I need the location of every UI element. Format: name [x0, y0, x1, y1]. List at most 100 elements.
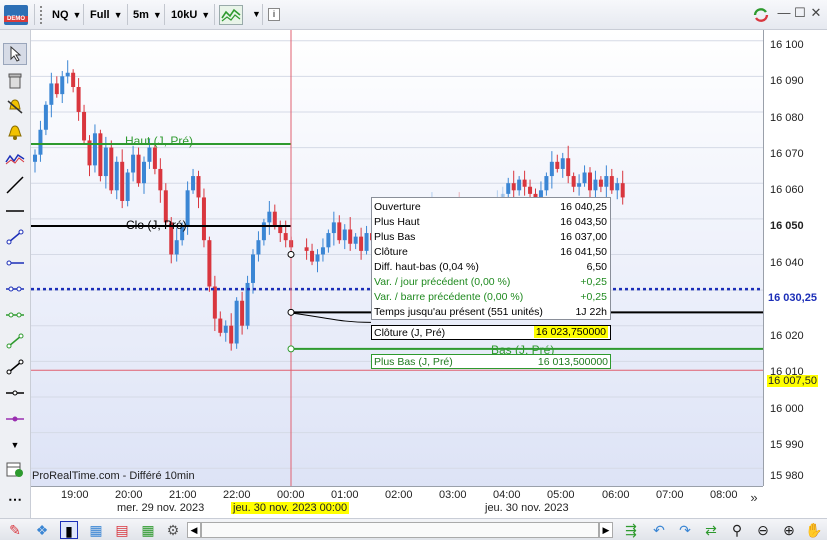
close-button[interactable]: ✕ — [808, 5, 824, 23]
units-selector[interactable]: 10kU ▼ — [171, 4, 210, 25]
info-row: Var. / jour précédent (0,00 %) +0,25 — [374, 276, 607, 291]
scroll-left-button[interactable]: ◀ — [187, 522, 201, 538]
more-tools-toggle[interactable]: ▼ — [3, 434, 27, 456]
info-row: Var. / barre précédente (0,00 %) +0,25 — [374, 291, 607, 306]
top-toolbar: DEMO NQ ▼ Full ▼ 5m ▼ 10kU ▼ ▼ i — ☐ ✕ — [0, 0, 827, 30]
info-value: 16 041,50 — [560, 246, 607, 258]
chevron-down-icon: ▼ — [152, 9, 162, 20]
bell-icon — [8, 125, 22, 140]
settings-icon[interactable]: ⚙ — [164, 521, 182, 539]
share-icon[interactable]: ❖ — [33, 521, 51, 539]
time-tick: 22:00 — [223, 489, 251, 501]
candle-body — [136, 154, 141, 184]
refresh-icon[interactable] — [751, 5, 771, 25]
grid-icon[interactable]: ▦ — [139, 521, 157, 539]
alert-tool[interactable] — [3, 122, 27, 144]
price-tick: 16 020 — [770, 330, 804, 342]
candle-body — [593, 179, 598, 191]
zoom-out-icon[interactable]: ⊖ — [754, 521, 772, 539]
segment-icon — [6, 229, 24, 245]
candle-body — [120, 161, 125, 201]
list-icon[interactable]: ▤ — [113, 521, 131, 539]
candle-body — [310, 250, 315, 262]
time-tick: 06:00 — [602, 489, 630, 501]
range-selector[interactable]: Full ▼ — [90, 4, 122, 25]
delete-tool[interactable] — [3, 70, 27, 92]
dashboard-icon[interactable]: ▦ — [87, 521, 105, 539]
trash-icon — [8, 73, 22, 89]
more-options-button[interactable]: ⋯ — [3, 488, 27, 510]
candle-body — [326, 233, 331, 248]
chart-style-button[interactable] — [219, 5, 243, 25]
channel-tool[interactable] — [3, 304, 27, 326]
price-chart[interactable]: Haut (J, Pré) Clo (J, Pré) Bas (J, Pré) … — [31, 30, 763, 486]
watermark: ProRealTime.com - Différé 10min — [32, 470, 195, 482]
undo-icon[interactable]: ↶ — [650, 521, 668, 539]
maximize-button[interactable]: ☐ — [792, 5, 808, 23]
ray-tool[interactable] — [3, 252, 27, 274]
time-tick: 02:00 — [385, 489, 413, 501]
candle-body — [278, 225, 283, 234]
layout-icon[interactable]: ▮ — [60, 521, 78, 539]
info-button[interactable]: i — [268, 8, 280, 21]
pointer-tool[interactable] — [3, 43, 27, 65]
info-key: Var. / barre précédente (0,00 %) — [374, 291, 524, 303]
candle-body — [103, 147, 108, 177]
candle-body — [560, 158, 565, 169]
trendline-tool[interactable] — [3, 174, 27, 196]
candle-body — [207, 240, 212, 287]
time-tick: 05:00 — [547, 489, 575, 501]
candle-body — [92, 133, 97, 166]
horizontal-line-tool[interactable] — [3, 200, 27, 222]
indicator-tool[interactable] — [3, 148, 27, 170]
candle-body — [304, 247, 309, 251]
candle-body — [71, 72, 76, 87]
scroll-right-button[interactable]: » — [745, 490, 763, 508]
candle-body — [315, 254, 320, 262]
price-tick: 15 980 — [770, 470, 804, 482]
minimize-button[interactable]: — — [776, 5, 792, 23]
zoom-fit-icon[interactable]: ⚲ — [728, 521, 746, 539]
instrument-selector[interactable]: NQ ▼ — [52, 4, 81, 25]
horizontal-line-icon — [6, 210, 24, 212]
black-hline-tool[interactable] — [3, 382, 27, 404]
sync-icon[interactable]: ⇄ — [702, 521, 720, 539]
hline-segment-tool[interactable] — [3, 278, 27, 300]
pen-icon[interactable]: ✎ — [6, 521, 24, 539]
chevron-down-icon: ▼ — [201, 9, 211, 20]
hand-icon[interactable]: ✋ — [805, 521, 823, 539]
info-value: 16 037,00 — [560, 231, 607, 243]
zoom-in-icon[interactable]: ⊕ — [780, 521, 798, 539]
segment-tool[interactable] — [3, 226, 27, 248]
info-key: Temps jusqu'au présent (551 unités) — [374, 306, 543, 318]
scroll-right-arrow[interactable]: ▶ — [599, 522, 613, 538]
purple-hline-tool[interactable] — [3, 408, 27, 430]
alert-bell-tool[interactable] — [3, 96, 27, 118]
candle-body — [43, 104, 48, 130]
info-value: +0,25 — [580, 291, 607, 303]
candle-body — [528, 186, 533, 194]
low-prev-tag-value: 16 013,500000 — [537, 356, 608, 368]
candle-body — [256, 240, 261, 255]
chevron-down-icon: ▼ — [10, 440, 20, 450]
fib-tool[interactable] — [3, 330, 27, 352]
data-export-icon[interactable]: ⇶ — [622, 521, 640, 539]
candle-body — [114, 161, 119, 191]
redo-icon[interactable]: ↷ — [676, 521, 694, 539]
horizontal-scrollbar[interactable] — [201, 522, 599, 538]
toolbar-separator — [164, 4, 165, 25]
info-value: 16 040,25 — [560, 201, 607, 213]
calendar-tool[interactable] — [3, 458, 27, 480]
time-axis[interactable]: 19:00 20:00 21:00 22:00 00:00 01:00 02:0… — [31, 486, 763, 518]
low-prev-anchor — [287, 345, 295, 353]
chart-style-icon — [221, 8, 241, 22]
interval-selector[interactable]: 5m ▼ — [133, 4, 162, 25]
low-prev-tag: Plus Bas (J, Pré) 16 013,500000 — [371, 354, 611, 369]
chevron-down-icon[interactable]: ▼ — [252, 9, 261, 19]
hline-points-icon — [6, 286, 24, 292]
instrument-label: NQ — [52, 8, 69, 21]
price-axis[interactable]: 16 100 16 090 16 080 16 070 16 060 16 05… — [763, 30, 827, 486]
candle-body — [196, 176, 201, 198]
price-tick: 16 060 — [770, 184, 804, 196]
black-segment-tool[interactable] — [3, 356, 27, 378]
